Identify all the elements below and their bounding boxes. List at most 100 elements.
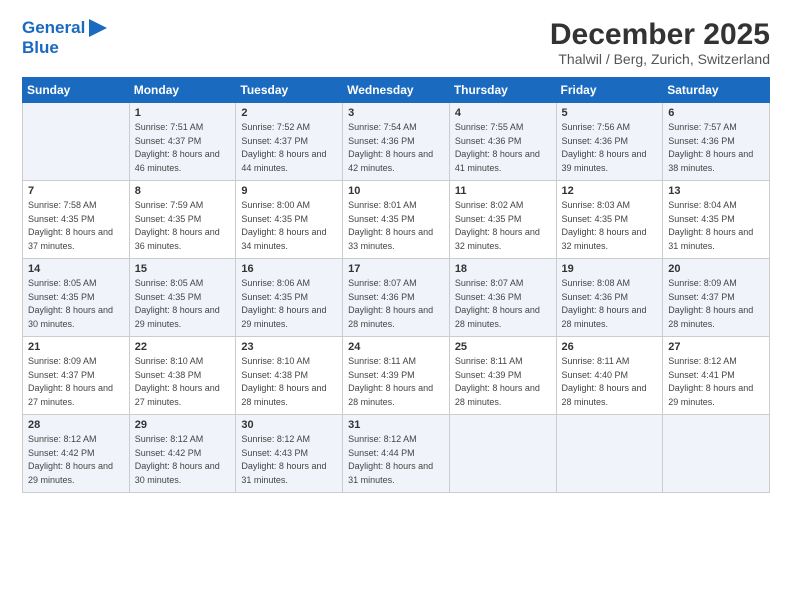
th-wednesday: Wednesday: [343, 78, 450, 103]
calendar-cell: 19 Sunrise: 8:08 AMSunset: 4:36 PMDaylig…: [556, 259, 663, 337]
day-number: 16: [241, 263, 337, 275]
day-info: Sunrise: 8:10 AMSunset: 4:38 PMDaylight:…: [135, 355, 231, 409]
calendar-cell: 22 Sunrise: 8:10 AMSunset: 4:38 PMDaylig…: [129, 337, 236, 415]
day-info: Sunrise: 8:09 AMSunset: 4:37 PMDaylight:…: [28, 355, 124, 409]
day-info: Sunrise: 7:59 AMSunset: 4:35 PMDaylight:…: [135, 199, 231, 253]
day-number: 9: [241, 185, 337, 197]
day-number: 1: [135, 107, 231, 119]
day-info: Sunrise: 8:12 AMSunset: 4:44 PMDaylight:…: [348, 433, 444, 487]
calendar-cell: 17 Sunrise: 8:07 AMSunset: 4:36 PMDaylig…: [343, 259, 450, 337]
th-friday: Friday: [556, 78, 663, 103]
day-info: Sunrise: 8:12 AMSunset: 4:41 PMDaylight:…: [668, 355, 764, 409]
calendar-cell: 1 Sunrise: 7:51 AMSunset: 4:37 PMDayligh…: [129, 103, 236, 181]
day-info: Sunrise: 8:05 AMSunset: 4:35 PMDaylight:…: [28, 277, 124, 331]
calendar-week-4: 21 Sunrise: 8:09 AMSunset: 4:37 PMDaylig…: [23, 337, 770, 415]
day-number: 10: [348, 185, 444, 197]
day-info: Sunrise: 8:04 AMSunset: 4:35 PMDaylight:…: [668, 199, 764, 253]
calendar-cell: 16 Sunrise: 8:06 AMSunset: 4:35 PMDaylig…: [236, 259, 343, 337]
day-number: 12: [562, 185, 658, 197]
month-title: December 2025: [550, 18, 770, 51]
calendar-cell: 8 Sunrise: 7:59 AMSunset: 4:35 PMDayligh…: [129, 181, 236, 259]
calendar-cell: [663, 415, 770, 493]
calendar-cell: 2 Sunrise: 7:52 AMSunset: 4:37 PMDayligh…: [236, 103, 343, 181]
calendar-cell: 9 Sunrise: 8:00 AMSunset: 4:35 PMDayligh…: [236, 181, 343, 259]
calendar-cell: 28 Sunrise: 8:12 AMSunset: 4:42 PMDaylig…: [23, 415, 130, 493]
calendar-cell: 6 Sunrise: 7:57 AMSunset: 4:36 PMDayligh…: [663, 103, 770, 181]
day-info: Sunrise: 7:56 AMSunset: 4:36 PMDaylight:…: [562, 121, 658, 175]
day-number: 14: [28, 263, 124, 275]
day-number: 3: [348, 107, 444, 119]
calendar-cell: 21 Sunrise: 8:09 AMSunset: 4:37 PMDaylig…: [23, 337, 130, 415]
day-number: 20: [668, 263, 764, 275]
day-number: 23: [241, 341, 337, 353]
calendar-cell: 7 Sunrise: 7:58 AMSunset: 4:35 PMDayligh…: [23, 181, 130, 259]
day-info: Sunrise: 8:02 AMSunset: 4:35 PMDaylight:…: [455, 199, 551, 253]
calendar-cell: 31 Sunrise: 8:12 AMSunset: 4:44 PMDaylig…: [343, 415, 450, 493]
header: General Blue December 2025 Thalwil / Ber…: [22, 18, 770, 67]
day-info: Sunrise: 8:01 AMSunset: 4:35 PMDaylight:…: [348, 199, 444, 253]
calendar-cell: 26 Sunrise: 8:11 AMSunset: 4:40 PMDaylig…: [556, 337, 663, 415]
day-info: Sunrise: 8:12 AMSunset: 4:43 PMDaylight:…: [241, 433, 337, 487]
day-number: 28: [28, 419, 124, 431]
day-info: Sunrise: 8:09 AMSunset: 4:37 PMDaylight:…: [668, 277, 764, 331]
day-number: 29: [135, 419, 231, 431]
calendar-cell: [449, 415, 556, 493]
day-info: Sunrise: 8:06 AMSunset: 4:35 PMDaylight:…: [241, 277, 337, 331]
day-info: Sunrise: 7:54 AMSunset: 4:36 PMDaylight:…: [348, 121, 444, 175]
calendar-cell: 12 Sunrise: 8:03 AMSunset: 4:35 PMDaylig…: [556, 181, 663, 259]
day-info: Sunrise: 8:12 AMSunset: 4:42 PMDaylight:…: [28, 433, 124, 487]
calendar-cell: 29 Sunrise: 8:12 AMSunset: 4:42 PMDaylig…: [129, 415, 236, 493]
day-number: 31: [348, 419, 444, 431]
logo: General Blue: [22, 18, 109, 59]
logo-general: General: [22, 18, 85, 38]
day-number: 4: [455, 107, 551, 119]
day-info: Sunrise: 7:51 AMSunset: 4:37 PMDaylight:…: [135, 121, 231, 175]
calendar-cell: 18 Sunrise: 8:07 AMSunset: 4:36 PMDaylig…: [449, 259, 556, 337]
day-number: 5: [562, 107, 658, 119]
calendar-cell: 27 Sunrise: 8:12 AMSunset: 4:41 PMDaylig…: [663, 337, 770, 415]
location: Thalwil / Berg, Zurich, Switzerland: [550, 51, 770, 67]
day-info: Sunrise: 8:11 AMSunset: 4:40 PMDaylight:…: [562, 355, 658, 409]
calendar-cell: 3 Sunrise: 7:54 AMSunset: 4:36 PMDayligh…: [343, 103, 450, 181]
header-row: Sunday Monday Tuesday Wednesday Thursday…: [23, 78, 770, 103]
calendar-cell: 4 Sunrise: 7:55 AMSunset: 4:36 PMDayligh…: [449, 103, 556, 181]
th-monday: Monday: [129, 78, 236, 103]
th-sunday: Sunday: [23, 78, 130, 103]
day-number: 13: [668, 185, 764, 197]
th-saturday: Saturday: [663, 78, 770, 103]
day-info: Sunrise: 7:57 AMSunset: 4:36 PMDaylight:…: [668, 121, 764, 175]
calendar-cell: 11 Sunrise: 8:02 AMSunset: 4:35 PMDaylig…: [449, 181, 556, 259]
day-number: 30: [241, 419, 337, 431]
calendar-cell: 24 Sunrise: 8:11 AMSunset: 4:39 PMDaylig…: [343, 337, 450, 415]
calendar-cell: 30 Sunrise: 8:12 AMSunset: 4:43 PMDaylig…: [236, 415, 343, 493]
calendar-cell: 15 Sunrise: 8:05 AMSunset: 4:35 PMDaylig…: [129, 259, 236, 337]
calendar-cell: 20 Sunrise: 8:09 AMSunset: 4:37 PMDaylig…: [663, 259, 770, 337]
day-info: Sunrise: 7:55 AMSunset: 4:36 PMDaylight:…: [455, 121, 551, 175]
day-info: Sunrise: 7:58 AMSunset: 4:35 PMDaylight:…: [28, 199, 124, 253]
day-info: Sunrise: 8:00 AMSunset: 4:35 PMDaylight:…: [241, 199, 337, 253]
calendar-week-3: 14 Sunrise: 8:05 AMSunset: 4:35 PMDaylig…: [23, 259, 770, 337]
calendar-week-1: 1 Sunrise: 7:51 AMSunset: 4:37 PMDayligh…: [23, 103, 770, 181]
calendar-cell: 25 Sunrise: 8:11 AMSunset: 4:39 PMDaylig…: [449, 337, 556, 415]
day-info: Sunrise: 8:03 AMSunset: 4:35 PMDaylight:…: [562, 199, 658, 253]
day-info: Sunrise: 8:05 AMSunset: 4:35 PMDaylight:…: [135, 277, 231, 331]
day-number: 19: [562, 263, 658, 275]
day-number: 8: [135, 185, 231, 197]
day-info: Sunrise: 8:12 AMSunset: 4:42 PMDaylight:…: [135, 433, 231, 487]
day-number: 2: [241, 107, 337, 119]
day-number: 25: [455, 341, 551, 353]
th-thursday: Thursday: [449, 78, 556, 103]
day-info: Sunrise: 8:07 AMSunset: 4:36 PMDaylight:…: [455, 277, 551, 331]
calendar-cell: 23 Sunrise: 8:10 AMSunset: 4:38 PMDaylig…: [236, 337, 343, 415]
day-info: Sunrise: 7:52 AMSunset: 4:37 PMDaylight:…: [241, 121, 337, 175]
calendar-week-2: 7 Sunrise: 7:58 AMSunset: 4:35 PMDayligh…: [23, 181, 770, 259]
calendar-page: General Blue December 2025 Thalwil / Ber…: [0, 0, 792, 612]
day-number: 24: [348, 341, 444, 353]
day-number: 11: [455, 185, 551, 197]
day-number: 21: [28, 341, 124, 353]
calendar-cell: [23, 103, 130, 181]
day-number: 22: [135, 341, 231, 353]
day-info: Sunrise: 8:10 AMSunset: 4:38 PMDaylight:…: [241, 355, 337, 409]
title-block: December 2025 Thalwil / Berg, Zurich, Sw…: [550, 18, 770, 67]
calendar-cell: 13 Sunrise: 8:04 AMSunset: 4:35 PMDaylig…: [663, 181, 770, 259]
